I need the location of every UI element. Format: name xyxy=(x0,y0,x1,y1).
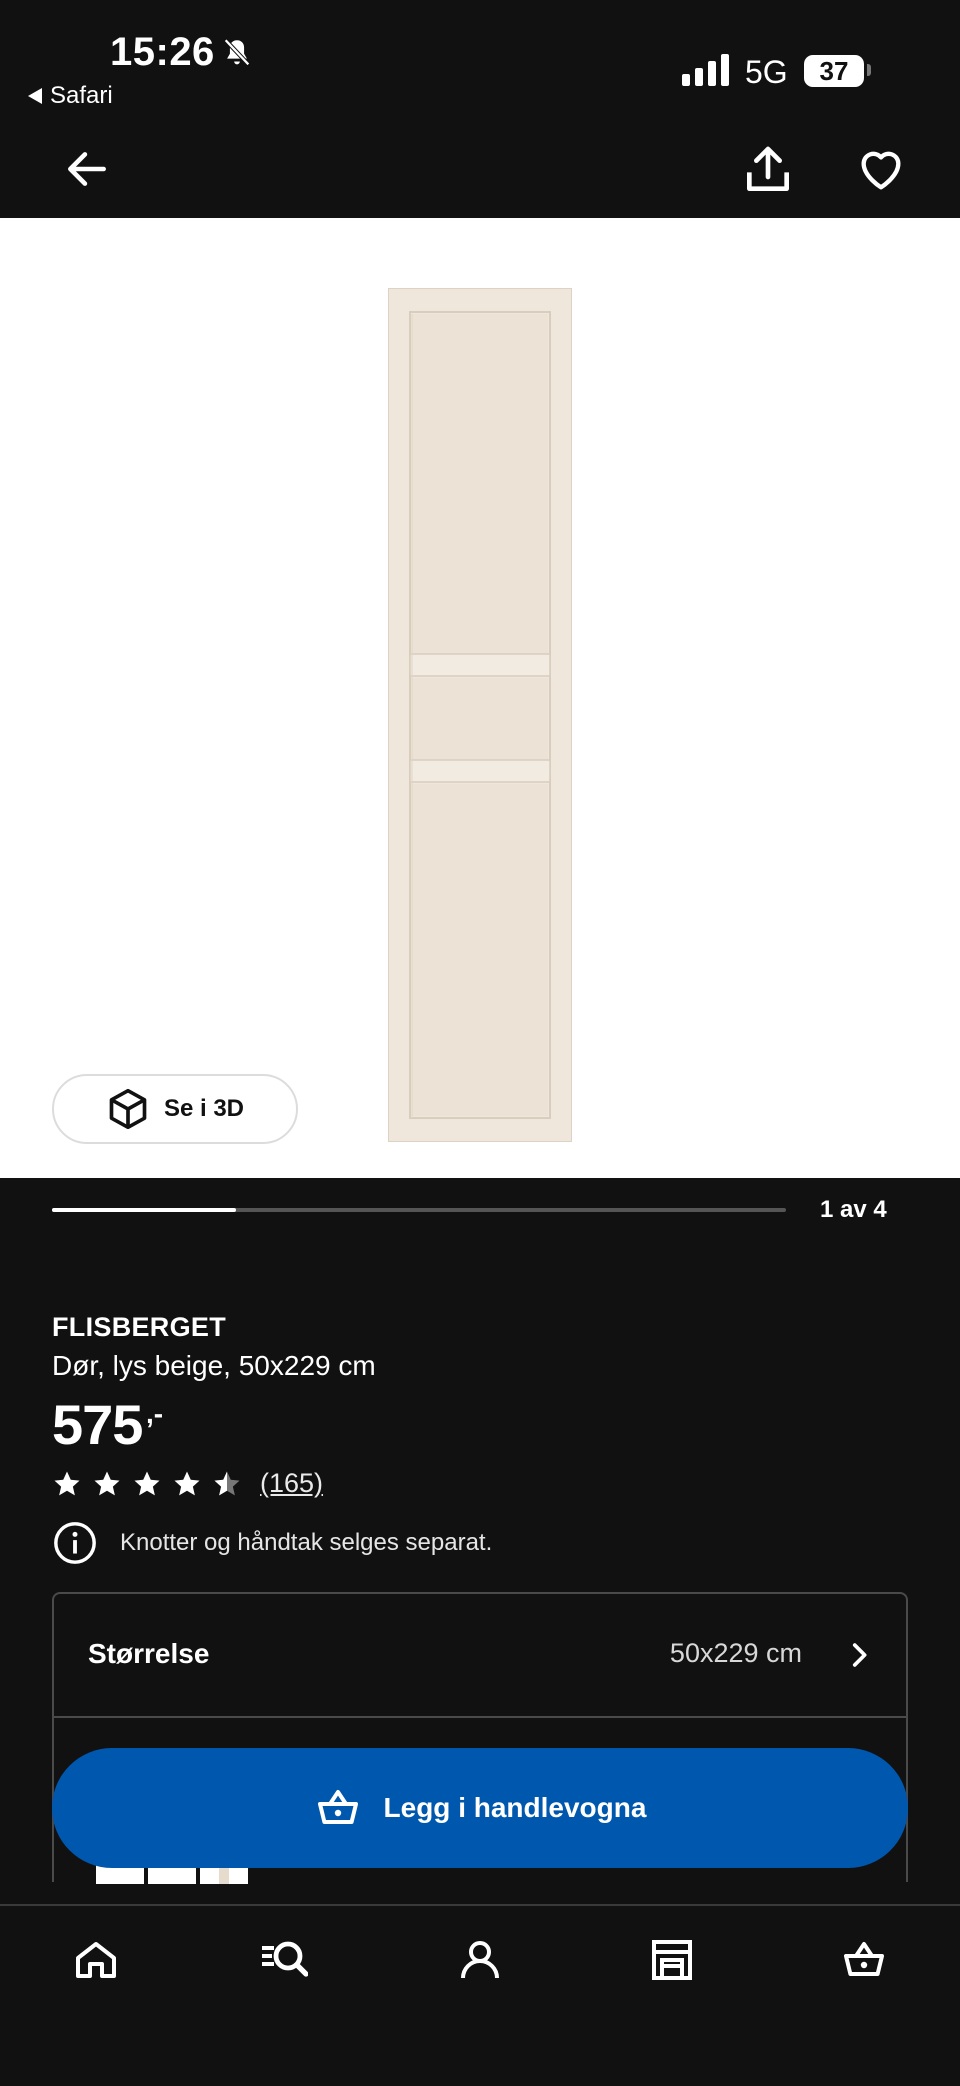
network-label: 5G xyxy=(745,54,788,90)
tab-home[interactable] xyxy=(72,1936,132,1996)
bell-muted-icon xyxy=(224,38,250,66)
rating-count-link[interactable]: (165) xyxy=(260,1468,323,1499)
share-icon[interactable] xyxy=(740,142,796,198)
top-nav xyxy=(0,120,960,218)
product-image-door xyxy=(388,288,572,1142)
tab-cart[interactable] xyxy=(840,1936,900,1996)
signal-icon xyxy=(682,54,729,86)
size-label: Størrelse xyxy=(88,1638,210,1669)
back-app-label: Safari xyxy=(50,82,113,109)
size-value: 50x229 cm xyxy=(669,1638,802,1668)
view-3d-label: Se i 3D xyxy=(163,1095,245,1122)
star-full-icon xyxy=(174,1471,200,1495)
product-image-gallery[interactable]: Se i 3D xyxy=(0,218,960,1178)
product-price: 575 xyxy=(52,1393,143,1456)
product-price-suffix: ,- xyxy=(146,1398,164,1429)
store-icon xyxy=(652,1940,692,1980)
product-name: FLISBERGET xyxy=(52,1312,227,1342)
gallery-counter: 1 av 4 xyxy=(820,1196,887,1223)
info-icon xyxy=(54,1522,96,1564)
battery-tip xyxy=(867,64,871,76)
chevron-right-icon xyxy=(852,1643,867,1667)
view-3d-button[interactable]: Se i 3D xyxy=(52,1074,298,1144)
notice-text: Knotter og håndtak selges separat. xyxy=(120,1529,493,1556)
bottom-tab-bar xyxy=(0,1904,960,2086)
product-description: Dør, lys beige, 50x229 cm xyxy=(52,1350,376,1381)
status-time: 15:26 xyxy=(110,30,215,74)
battery-indicator: 37 xyxy=(804,55,864,87)
profile-icon xyxy=(461,1941,499,1979)
gallery-progress-fill xyxy=(52,1208,236,1212)
add-to-cart-label: Legg i handlevogna xyxy=(383,1792,647,1823)
cart-icon xyxy=(317,1790,358,1824)
tab-store[interactable] xyxy=(648,1936,708,1996)
star-full-icon xyxy=(134,1471,160,1495)
back-triangle-icon xyxy=(28,88,42,104)
heart-icon[interactable] xyxy=(854,144,908,196)
size-selector-row[interactable]: Størrelse 50x229 cm xyxy=(54,1594,906,1718)
home-icon xyxy=(76,1942,116,1978)
arrow-left-icon[interactable] xyxy=(62,144,112,194)
cube-3d-icon xyxy=(109,1088,147,1130)
tab-profile[interactable] xyxy=(456,1936,516,1996)
back-to-safari[interactable]: Safari xyxy=(28,82,113,110)
add-to-cart-button[interactable]: Legg i handlevogna xyxy=(52,1748,908,1868)
star-full-icon xyxy=(94,1471,120,1495)
star-half-icon xyxy=(214,1471,240,1495)
status-bar: 15:26 Safari 5G 37 xyxy=(0,0,960,120)
tab-search[interactable] xyxy=(260,1936,320,1996)
search-list-icon xyxy=(262,1941,309,1977)
product-rating[interactable]: (165) xyxy=(52,1468,323,1499)
cart-icon xyxy=(844,1942,884,1976)
product-notice: Knotter og håndtak selges separat. xyxy=(52,1520,492,1566)
gallery-progress-bar xyxy=(52,1208,786,1212)
star-full-icon xyxy=(54,1471,80,1495)
